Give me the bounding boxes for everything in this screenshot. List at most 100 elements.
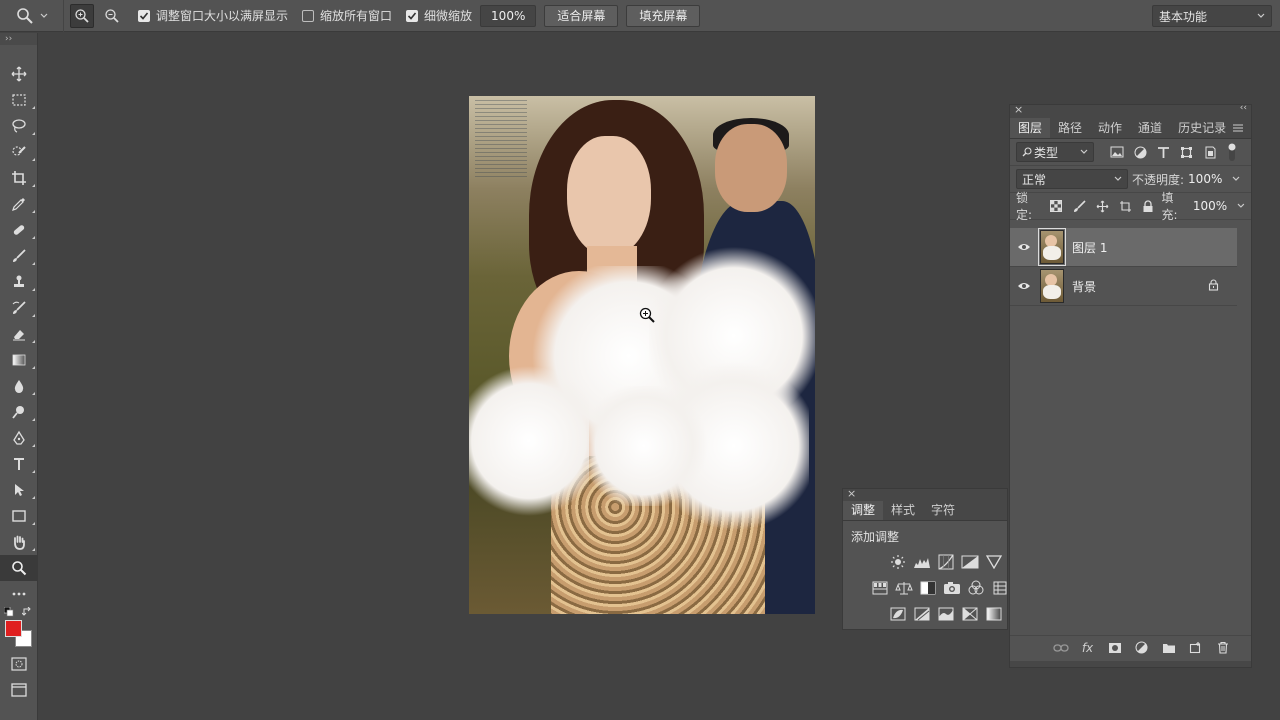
photo-filter-button[interactable] <box>943 579 961 597</box>
curves-button[interactable] <box>937 553 955 571</box>
path-selection-tool[interactable] <box>0 477 38 503</box>
layers-footer: fx <box>1010 635 1251 659</box>
brush-tool[interactable] <box>0 243 38 269</box>
tab-history[interactable]: 历史记录 <box>1170 118 1234 138</box>
selective-color-button[interactable] <box>961 605 979 623</box>
crop-tool[interactable] <box>0 165 38 191</box>
edit-toolbar-button[interactable] <box>0 581 38 607</box>
marquee-tool[interactable] <box>0 87 38 113</box>
layer-style-button[interactable]: fx <box>1079 639 1096 656</box>
scrubby-zoom-checkbox[interactable] <box>406 9 419 22</box>
channel-mixer-button[interactable] <box>967 579 985 597</box>
blend-mode-select[interactable]: 正常 <box>1016 169 1128 189</box>
fill-value[interactable]: 100% <box>1193 199 1227 213</box>
posterize-button[interactable] <box>913 605 931 623</box>
filter-toggle-switch[interactable] <box>1225 143 1239 161</box>
fill-screen-button[interactable]: 填充屏幕 <box>626 4 701 27</box>
type-tool[interactable] <box>0 451 38 477</box>
filter-pixel-button[interactable] <box>1110 145 1124 159</box>
toolbar-collapse-toggle[interactable]: ›› <box>0 33 37 45</box>
tab-layers[interactable]: 图层 <box>1010 118 1051 138</box>
black-white-icon <box>920 581 936 595</box>
swap-colors-icon[interactable] <box>22 607 32 617</box>
color-lookup-button[interactable] <box>991 579 1009 597</box>
visibility-toggle[interactable] <box>1010 281 1038 291</box>
fit-screen-button[interactable]: 适合屏幕 <box>544 4 619 27</box>
filter-kind-select[interactable]: 类型 <box>1016 142 1094 162</box>
gradient-map-button[interactable] <box>985 605 1003 623</box>
layer-row-background[interactable]: 背景 <box>1010 267 1237 306</box>
collapse-panel-icon[interactable]: ‹‹ <box>1240 103 1247 113</box>
lasso-tool[interactable] <box>0 113 38 139</box>
new-adjustment-layer-button[interactable] <box>1133 639 1150 656</box>
quick-selection-tool[interactable] <box>0 139 38 165</box>
lock-image-pixels-button[interactable] <box>1072 199 1086 213</box>
default-colors-icon[interactable] <box>4 607 14 617</box>
zoom-tool[interactable] <box>0 555 38 581</box>
link-layers-button[interactable] <box>1052 639 1069 656</box>
lock-icon[interactable] <box>1208 279 1219 291</box>
opacity-value[interactable]: 100% <box>1188 172 1222 186</box>
chevron-down-icon[interactable] <box>1232 176 1240 182</box>
stamp-icon <box>14 275 24 287</box>
panel-resize-strip[interactable] <box>1010 661 1251 667</box>
visibility-toggle[interactable] <box>1010 242 1038 252</box>
close-icon[interactable]: × <box>1014 103 1023 116</box>
move-tool[interactable] <box>0 61 38 87</box>
filter-shape-button[interactable] <box>1179 145 1193 159</box>
tab-character[interactable]: 字符 <box>923 500 963 520</box>
eyedropper-tool[interactable] <box>0 191 38 217</box>
close-icon[interactable]: × <box>847 487 856 500</box>
filter-smart-object-button[interactable] <box>1202 145 1216 159</box>
screen-mode-button[interactable] <box>0 677 38 703</box>
pen-tool[interactable] <box>0 425 38 451</box>
history-brush-tool[interactable] <box>0 295 38 321</box>
levels-button[interactable] <box>913 553 931 571</box>
filter-type-button[interactable] <box>1156 145 1170 159</box>
lock-transparent-pixels-button[interactable] <box>1049 199 1063 213</box>
filter-adjustment-button[interactable] <box>1133 145 1147 159</box>
lock-position-button[interactable] <box>1095 199 1109 213</box>
zoom-all-windows-checkbox[interactable] <box>302 9 315 22</box>
hue-saturation-button[interactable] <box>871 579 889 597</box>
vibrance-button[interactable] <box>985 553 1003 571</box>
lock-artboard-button[interactable] <box>1118 199 1132 213</box>
zoom-in-button[interactable] <box>70 3 94 28</box>
tab-styles[interactable]: 样式 <box>883 500 923 520</box>
layer-row-layer-1[interactable]: 图层 1 <box>1010 228 1237 267</box>
dodge-tool[interactable] <box>0 399 38 425</box>
tab-channels[interactable]: 通道 <box>1130 118 1170 138</box>
brightness-contrast-button[interactable] <box>889 553 907 571</box>
new-group-button[interactable] <box>1160 639 1177 656</box>
document-canvas-image[interactable] <box>469 96 815 614</box>
fit-window-checkbox[interactable] <box>138 9 150 22</box>
add-mask-button[interactable] <box>1106 639 1123 656</box>
threshold-button[interactable] <box>937 605 955 623</box>
gradient-tool[interactable] <box>0 347 38 373</box>
foreground-color-swatch[interactable] <box>5 620 22 637</box>
healing-brush-tool[interactable] <box>0 217 38 243</box>
invert-button[interactable] <box>889 605 907 623</box>
tool-preset-picker[interactable] <box>0 0 64 32</box>
delete-layer-button[interactable] <box>1214 639 1231 656</box>
zoom-out-button[interactable] <box>100 4 124 28</box>
tab-paths[interactable]: 路径 <box>1050 118 1090 138</box>
quick-mask-button[interactable] <box>0 651 38 677</box>
blur-tool[interactable] <box>0 373 38 399</box>
panel-header: × <box>843 487 1007 501</box>
tab-adjustments[interactable]: 调整 <box>843 500 884 520</box>
panel-menu-button[interactable] <box>1229 119 1247 137</box>
black-white-button[interactable] <box>919 579 937 597</box>
clone-stamp-tool[interactable] <box>0 269 38 295</box>
rectangle-tool[interactable] <box>0 503 38 529</box>
lock-all-button[interactable] <box>1141 199 1155 213</box>
chevron-down-icon[interactable] <box>1237 203 1245 209</box>
zoom-percent-field[interactable]: 100% <box>480 4 537 27</box>
eraser-tool[interactable] <box>0 321 38 347</box>
workspace-switcher[interactable]: 基本功能 <box>1152 5 1272 27</box>
color-balance-button[interactable] <box>895 579 913 597</box>
exposure-button[interactable] <box>961 553 979 571</box>
hand-tool[interactable] <box>0 529 38 555</box>
tab-actions[interactable]: 动作 <box>1090 118 1130 138</box>
new-layer-button[interactable] <box>1187 639 1204 656</box>
